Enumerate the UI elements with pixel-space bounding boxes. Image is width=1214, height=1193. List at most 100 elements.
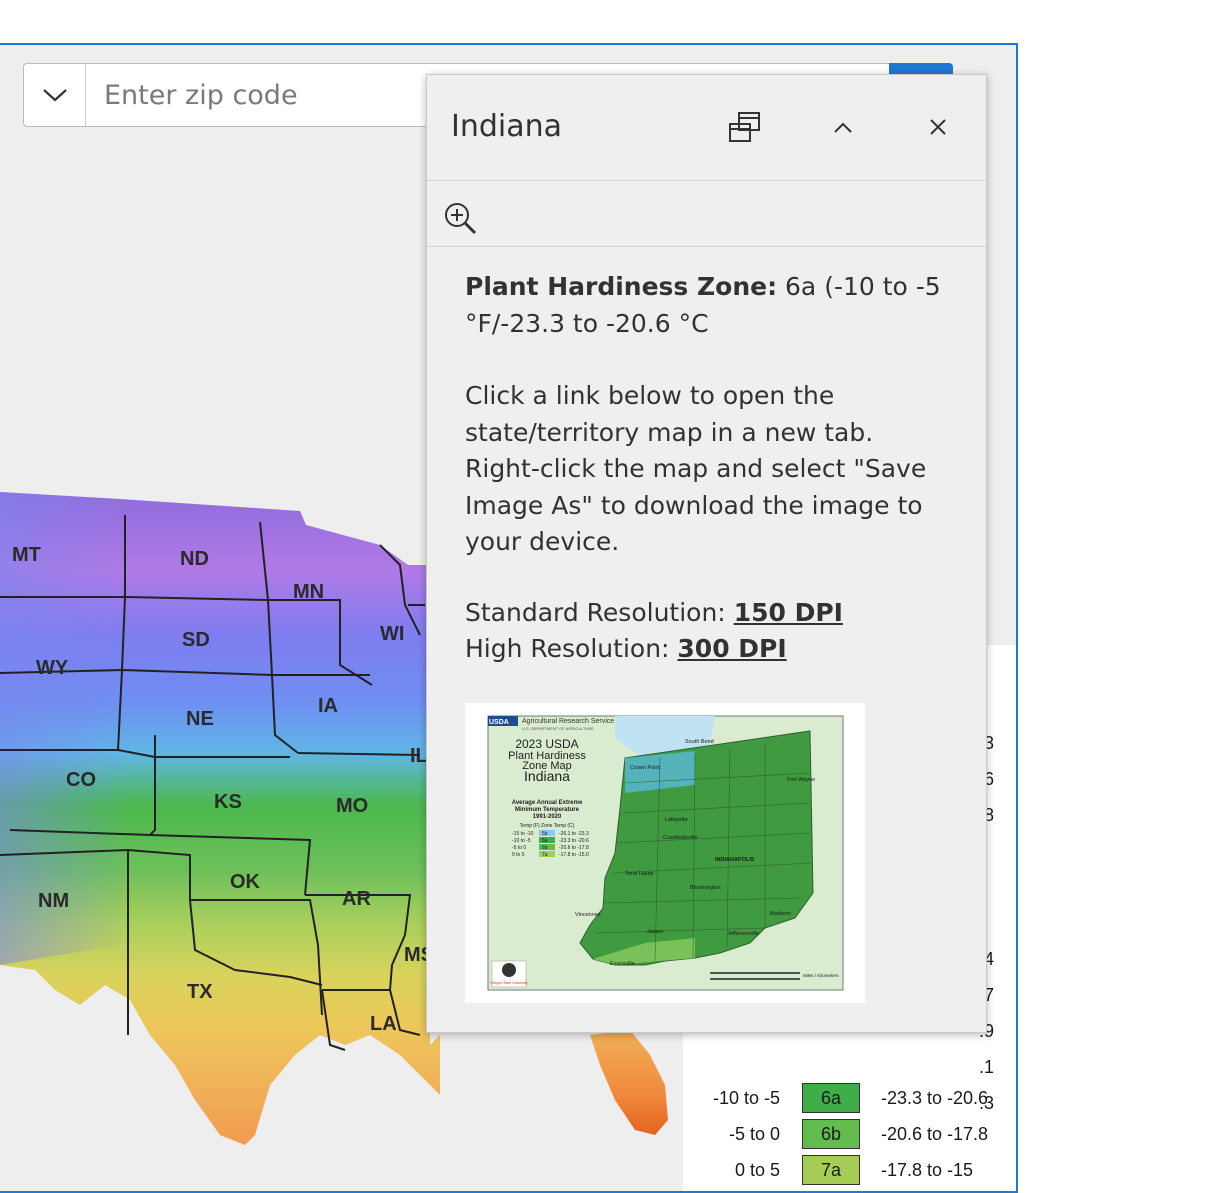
thumb-legend-c: -26.1 to -23.3 [559,831,589,837]
thumb-city: Bloomington [690,885,721,891]
thumb-scale-label: Miles / Kilometers [803,973,839,978]
state-label-sd: SD [182,629,210,651]
state-label-mn: MN [293,581,324,603]
legend-celsius: -20.6 to -17.8 [881,1124,989,1144]
zone-value-line2: °F/-23.3 to -20.6 °C [465,308,709,338]
thumb-title-1: 2023 USDA [515,737,578,751]
indiana-map-thumbnail[interactable]: USDA Agricultural Research Service U.S. … [465,703,865,1003]
florida-peninsula [590,1030,668,1135]
state-label-tx: TX [187,981,213,1003]
zone-label: Plant Hardiness Zone: [465,272,778,301]
thumb-subtitle-3: 1991-2020 [533,814,562,820]
thumb-city: Crown Point [630,765,660,771]
state-label-ar: AR [342,888,371,910]
thumb-legend-f: 0 to 5 [512,852,525,858]
legend-row: 5 to 107b-15 to -12.2 [683,1188,1016,1191]
thumb-city: Crawfordsville [663,835,698,841]
state-label-nm: NM [38,890,69,912]
state-label-wi: WI [380,623,404,645]
close-button[interactable] [918,107,958,147]
thumb-legend-f: -10 to -5 [512,838,531,844]
popup-title: Indiana [451,109,563,144]
thumb-subtitle-1: Average Annual Extreme [512,800,583,806]
dock-icon [729,112,760,142]
legend-zone-swatch: 7a [802,1155,860,1185]
thumb-logo-text: Oregon State University [490,981,527,985]
chevron-up-icon [834,122,852,133]
thumb-city: Madison [770,911,791,917]
state-label-ne: NE [186,708,214,730]
thumb-legend-zone: 7a [542,852,548,858]
chevron-down-icon [42,89,67,102]
legend-fahrenheit: 0 to 5 [734,1160,780,1180]
state-label-ks: KS [214,791,242,813]
state-label-wy: WY [36,657,69,679]
legend-row: 0 to 5 7a -17.8 to -15 [683,1152,1016,1188]
thumb-legend-header: Temp (F) Zone Temp (C) [520,823,575,829]
state-label-mo: MO [336,795,368,817]
thumb-legend-f: -5 to 0 [512,845,526,851]
state-label-la: LA [370,1013,397,1035]
thumb-subtitle-2: Minimum Temperature [515,807,580,813]
high-dpi-link[interactable]: 300 DPI [677,634,786,663]
legend-row: -5 to 0 6b -20.6 to -17.8 [683,1116,1016,1152]
close-icon [930,119,946,135]
thumb-legend-c: -20.6 to -17.8 [559,845,589,851]
legend-fahrenheit: -10 to -5 [712,1088,780,1108]
legend-celsius: -17.8 to -15 [881,1160,974,1180]
feature-popup: Indiana Plant Hardiness Zone: 6a (-10 to… [426,74,987,1033]
thumb-agency: Agricultural Research Service [522,718,614,725]
popup-header: Indiana [427,75,986,181]
zoom-to-button[interactable] [443,201,479,237]
thumb-city: South Bend [685,739,714,745]
legend-zone-swatch: 6b [802,1119,860,1149]
thumb-city: Terre Haute [625,871,654,877]
standard-dpi-link[interactable]: 150 DPI [734,598,843,627]
thumb-dept: U.S. DEPARTMENT OF AGRICULTURE [522,726,594,731]
thumb-legend-f: -15 to -10 [512,831,534,837]
thumb-legend-zone: 6a [542,838,548,844]
instructions-line: your device. [465,527,620,556]
legend-fahrenheit: -5 to 0 [728,1124,780,1144]
svg-text:USDA: USDA [489,719,509,726]
state-label-mt: MT [12,544,41,566]
state-label-co: CO [66,769,96,791]
thumb-city: Vincennes [575,912,601,918]
state-label-nd: ND [180,548,209,570]
zone-value-line1: 6a (-10 to -5 [777,272,941,301]
thumb-legend-c: -23.3 to -20.6 [559,838,589,844]
thumb-city: INDIANAPOLIS [715,857,755,863]
popup-toolbar [427,181,986,247]
zone-info: Plant Hardiness Zone: 6a (-10 to -5 °F/-… [465,269,955,342]
legend-row: -10 to -5 6a -23.3 to -20.6 [683,1080,1016,1116]
thumb-legend-zone: 5b [542,831,548,837]
popup-content: Plant Hardiness Zone: 6a (-10 to -5 °F/-… [465,269,955,668]
legend-celsius: .1 [979,1057,995,1077]
thumb-city: Fort Wayne [787,777,815,783]
instructions-line: state/territory map in a new tab. [465,417,874,447]
thumb-city: Jasper [647,929,664,935]
high-resolution-label: High Resolution: [465,634,678,663]
instructions-line: Click a link below to open the [465,381,835,410]
standard-resolution-row: Standard Resolution: 150 DPI [465,595,955,632]
thumb-legend-c: -17.8 to -15.0 [559,852,589,858]
dock-button[interactable] [725,107,765,147]
collapse-button[interactable] [823,107,863,147]
legend-zone-swatch: 6a [802,1083,860,1113]
search-source-dropdown[interactable] [24,64,86,126]
instructions-line: Image As" to download the image to [465,490,923,520]
instructions-text: Click a link below to open the state/ter… [465,378,955,561]
thumb-state: Indiana [524,768,570,784]
zoom-to-icon [445,203,477,235]
state-label-ok: OK [230,871,261,893]
indiana-map-image: USDA Agricultural Research Service U.S. … [487,715,844,991]
high-resolution-row: High Resolution: 300 DPI [465,631,955,668]
thumb-city: Jeffersonville [727,931,759,937]
thumb-legend-zone: 6b [542,845,548,851]
instructions-line: Right-click the map and select "Save [465,454,927,483]
thumb-city: Lafayette [665,817,688,823]
legend-celsius: -23.3 to -20.6 [881,1088,989,1108]
standard-resolution-label: Standard Resolution: [465,597,734,627]
thumb-city: Evansville [610,961,635,967]
state-label-ia: IA [318,695,338,717]
